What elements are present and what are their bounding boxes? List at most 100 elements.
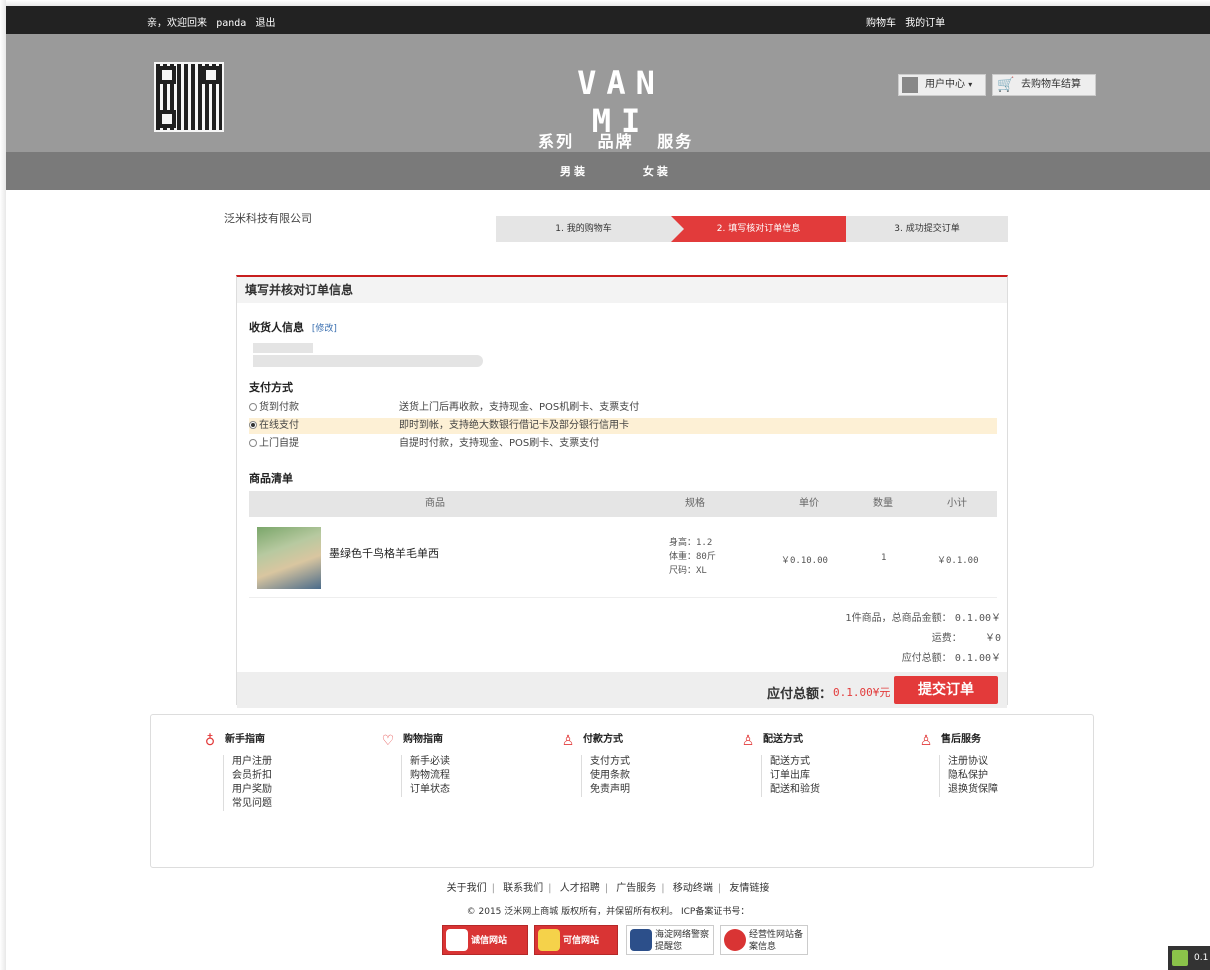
user-icon: ♙ xyxy=(561,733,575,749)
footer-link[interactable]: 新手必读 xyxy=(410,755,450,769)
chevron-down-icon: ▾ xyxy=(968,80,973,89)
receiver-info-blurred xyxy=(253,343,483,367)
col-product: 商品 xyxy=(425,498,445,509)
corner-label: 0.1 xyxy=(1194,953,1209,963)
cart-checkout-label: 去购物车结算 xyxy=(1021,79,1081,90)
divider xyxy=(249,597,997,598)
badge-label: 海淀网络警察提醒您 xyxy=(655,930,710,952)
footer-link[interactable]: 免责声明 xyxy=(590,783,630,797)
user-icon xyxy=(902,77,918,93)
spec-height: 身高：1.2 xyxy=(669,538,713,548)
receiver-section: 收货人信息 [修改] xyxy=(249,319,337,335)
top-bar: 亲，欢迎回来 panda 退出 购物车 我的订单 xyxy=(6,6,1210,34)
payment-pickup-desc: 自提时付款，支持现金、POS刷卡、支票支付 xyxy=(399,438,600,449)
footer-link[interactable]: 订单出库 xyxy=(770,769,820,783)
product-name[interactable]: 墨绿色千鸟格羊毛单西 xyxy=(329,545,439,561)
step-submitted: 3. 成功提交订单 xyxy=(846,216,1008,242)
nav-brand[interactable]: 品牌 xyxy=(598,132,634,151)
footer-link[interactable]: 订单状态 xyxy=(410,783,450,797)
credit-badge-icon xyxy=(446,929,468,951)
badge-label: 可信网站 xyxy=(563,936,600,946)
welcome-text: 亲，欢迎回来 xyxy=(147,18,207,29)
payment-online-desc: 即时到帐，支持绝大数银行借记卡及部分银行信用卡 xyxy=(399,420,629,431)
heart-icon: ♡ xyxy=(381,733,395,749)
footer-link[interactable]: 购物流程 xyxy=(410,769,450,783)
footer-link[interactable]: 注册协议 xyxy=(948,755,998,769)
product-image[interactable] xyxy=(257,527,321,589)
payable-line: 应付总额： 0.1.00￥ xyxy=(902,649,1001,664)
footer-link[interactable]: 退换货保障 xyxy=(948,783,998,797)
subnav-women[interactable]: 女装 xyxy=(643,165,671,178)
payment-pickup-label: 上门自提 xyxy=(259,438,299,449)
col-spec: 规格 xyxy=(685,498,705,509)
payment-option-pickup[interactable]: 上门自提 自提时付款，支持现金、POS刷卡、支票支付 xyxy=(249,436,997,452)
payment-option-cod[interactable]: 货到付款 送货上门后再收款，支持现金、POS机刷卡、支票支付 xyxy=(249,400,997,416)
badge-label: 经营性网站备案信息 xyxy=(749,930,804,952)
logout-link[interactable]: 退出 xyxy=(255,18,275,29)
footer-col-title: 购物指南 xyxy=(403,734,443,745)
cart-checkout-button[interactable]: 🛒 去购物车结算 xyxy=(992,74,1096,96)
radio-cod[interactable] xyxy=(249,403,257,411)
link-about[interactable]: 关于我们 xyxy=(447,883,487,894)
user-icon: ♙ xyxy=(919,733,933,749)
link-jobs[interactable]: 人才招聘 xyxy=(560,883,600,894)
corner-widget[interactable]: 0.1 xyxy=(1168,946,1210,970)
footer-col-newbie: ♁ 新手指南 用户注册 会员折扣 用户奖励 常见问题 xyxy=(203,733,373,811)
link-contact[interactable]: 联系我们 xyxy=(503,883,543,894)
step-fill-order: 2. 填写核对订单信息 xyxy=(671,216,859,242)
footer-col-aftersales: ♙ 售后服务 注册协议 隐私保护 退换货保障 xyxy=(919,733,1089,797)
footer-col-delivery: ♙ 配送方式 配送方式 订单出库 配送和验货 xyxy=(741,733,911,797)
user-icon: ♙ xyxy=(741,733,755,749)
main-nav: 系列 品牌 服务 xyxy=(538,128,709,152)
footer-link[interactable]: 隐私保护 xyxy=(948,769,998,783)
subnav-men[interactable]: 男装 xyxy=(560,165,588,178)
footer-col-payment: ♙ 付款方式 支付方式 使用条款 免责声明 xyxy=(561,733,731,797)
footer-link[interactable]: 使用条款 xyxy=(590,769,630,783)
my-orders-link[interactable]: 我的订单 xyxy=(905,18,945,29)
footer-link[interactable]: 会员折扣 xyxy=(232,769,272,783)
radio-pickup[interactable] xyxy=(249,439,257,447)
total-amount: 0.1.00¥元 xyxy=(833,686,891,699)
items-total-line: 1件商品，总商品金额： 0.1.00￥ xyxy=(845,609,1001,624)
col-price: 单价 xyxy=(799,498,819,509)
username: panda xyxy=(216,18,247,29)
badge-trusted-site[interactable]: 可信网站 xyxy=(534,925,618,955)
footer-col-shopping: ♡ 购物指南 新手必读 购物流程 订单状态 xyxy=(381,733,551,797)
badge-registration[interactable]: 经营性网站备案信息 xyxy=(720,925,808,955)
product-spec: 身高：1.2 体重：80斤 尺码：XL xyxy=(669,536,716,578)
nav-service[interactable]: 服务 xyxy=(657,132,693,151)
step-fill-order-label: 2. 填写核对订单信息 xyxy=(716,224,801,234)
police-badge-icon xyxy=(630,929,652,951)
link-mobile[interactable]: 移动终端 xyxy=(673,883,713,894)
modify-receiver-link[interactable]: [修改] xyxy=(312,324,337,334)
col-subtotal: 小计 xyxy=(947,498,967,509)
footer-col-title: 配送方式 xyxy=(763,734,803,745)
badge-police[interactable]: 海淀网络警察提醒您 xyxy=(626,925,714,955)
payment-option-online[interactable]: 在线支付 即时到帐，支持绝大数银行借记卡及部分银行信用卡 xyxy=(249,418,997,434)
payment-cod-desc: 送货上门后再收款，支持现金、POS机刷卡、支票支付 xyxy=(399,402,640,413)
footer-link[interactable]: 常见问题 xyxy=(232,797,272,811)
footer-link[interactable]: 配送方式 xyxy=(770,755,820,769)
site-header: VAN MI 系列 品牌 服务 用户中心 ▾ 🛒 去购物车结算 男装 女装 xyxy=(6,34,1210,190)
copyright: © 2015 泛米网上商城 版权所有，并保留所有权利。 ICP备案证书号： xyxy=(466,907,750,917)
bottom-links: 关于我们 | 联系我们 | 人才招聘 | 广告服务 | 移动终端 | 友情链接 xyxy=(446,883,770,894)
user-center-button[interactable]: 用户中心 ▾ xyxy=(898,74,986,96)
link-ads[interactable]: 广告服务 xyxy=(616,883,656,894)
cart-link[interactable]: 购物车 xyxy=(866,18,896,29)
checkout-steps: 1. 我的购物车 2. 填写核对订单信息 3. 成功提交订单 xyxy=(496,216,1008,242)
page-frame: 亲，欢迎回来 panda 退出 购物车 我的订单 VAN MI 系列 品牌 服务… xyxy=(6,6,1210,970)
submit-order-button[interactable]: 提交订单 xyxy=(894,676,998,704)
badge-credit-site[interactable]: 诚信网站 xyxy=(442,925,528,955)
nav-series[interactable]: 系列 xyxy=(538,132,574,151)
link-friends[interactable]: 友情链接 xyxy=(729,883,769,894)
receiver-label: 收货人信息 xyxy=(249,321,304,334)
footer-link[interactable]: 配送和验货 xyxy=(770,783,820,797)
footer-col-title: 付款方式 xyxy=(583,734,623,745)
total-bar: 应付总额： 0.1.00¥元 提交订单 xyxy=(237,672,1007,708)
footer-link[interactable]: 用户注册 xyxy=(232,755,272,769)
radio-online[interactable] xyxy=(249,421,257,429)
footer-link[interactable]: 支付方式 xyxy=(590,755,630,769)
spec-size: 尺码：XL xyxy=(669,566,707,576)
items-total-label: 1件商品，总商品金额： xyxy=(845,613,952,624)
footer-link[interactable]: 用户奖励 xyxy=(232,783,272,797)
